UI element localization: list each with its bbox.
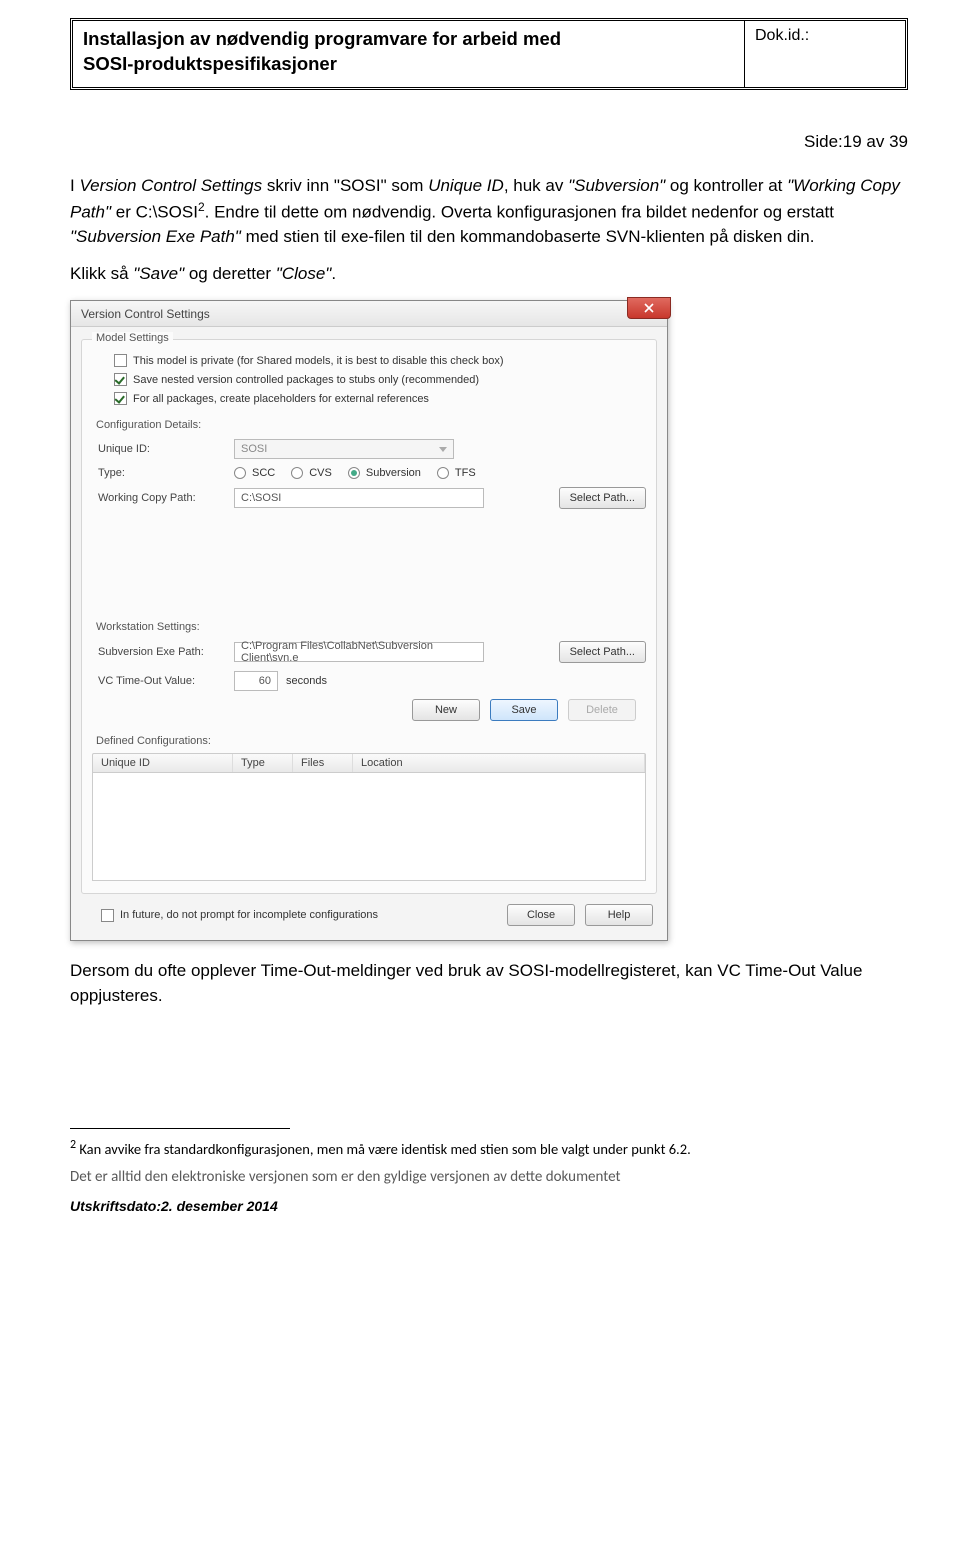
paragraph-1: I Version Control Settings skriv inn "SO… [70,174,908,250]
type-label: Type: [98,467,226,479]
chk-nested-label: Save nested version controlled packages … [133,374,479,386]
delete-button[interactable]: Delete [568,699,636,721]
dokid-label: Dok.id.: [755,27,809,44]
dialog-titlebar: Version Control Settings [71,301,667,327]
radio-scc[interactable]: SCC [234,467,275,479]
save-button[interactable]: Save [490,699,558,721]
radio-subversion[interactable]: Subversion [348,467,421,479]
timeout-unit: seconds [286,675,327,687]
chk-nested-row[interactable]: Save nested version controlled packages … [114,373,646,386]
sep-input[interactable]: C:\Program Files\CollabNet\Subversion Cl… [234,642,484,662]
type-radios: SCC CVS Subversion TFS [234,467,476,479]
print-date: Utskriftsdato:2. desember 2014 [70,1198,908,1214]
select-path-button-1[interactable]: Select Path... [559,487,646,509]
wcp-label: Working Copy Path: [98,492,226,504]
dokid-cell: Dok.id.: [745,21,905,87]
timeout-value: 60 [259,675,271,687]
checkbox-icon [114,354,127,367]
radio-icon [291,467,303,479]
uid-label: Unique ID: [98,443,226,455]
col-type[interactable]: Type [233,754,293,772]
timeout-label: VC Time-Out Value: [98,675,226,687]
chk-private-label: This model is private (for Shared models… [133,355,504,367]
config-list-header: Unique ID Type Files Location [92,753,646,773]
radio-icon [437,467,449,479]
model-settings-group: Model Settings This model is private (fo… [81,339,657,894]
checkbox-icon [101,909,114,922]
col-location[interactable]: Location [353,754,645,772]
wcp-value: C:\SOSI [241,492,281,504]
col-files[interactable]: Files [293,754,353,772]
radio-tfs[interactable]: TFS [437,467,476,479]
uid-dropdown[interactable]: SOSI [234,439,454,459]
col-uid[interactable]: Unique ID [93,754,233,772]
checkbox-icon [114,392,127,405]
dialog-title: Version Control Settings [81,307,210,321]
chk-private-row[interactable]: This model is private (for Shared models… [114,354,646,367]
radio-icon [234,467,246,479]
checkbox-icon [114,373,127,386]
wcp-input[interactable]: C:\SOSI [234,488,484,508]
chk-placeholders-row[interactable]: For all packages, create placeholders fo… [114,392,646,405]
help-button[interactable]: Help [585,904,653,926]
validity-note: Det er alltid den elektroniske versjonen… [70,1168,908,1186]
chk-future-row[interactable]: In future, do not prompt for incomplete … [101,909,378,922]
ws-settings-label: Workstation Settings: [96,621,646,633]
radio-icon [348,467,360,479]
footnote-rule [70,1128,290,1129]
chk-future-label: In future, do not prompt for incomplete … [120,909,378,921]
new-button[interactable]: New [412,699,480,721]
page-indicator: Side:19 av 39 [70,132,908,152]
close-button[interactable] [627,297,671,319]
title-line-1: Installasjon av nødvendig programvare fo… [83,28,561,49]
config-list[interactable] [92,773,646,881]
close-dialog-button[interactable]: Close [507,904,575,926]
sep-value: C:\Program Files\CollabNet\Subversion Cl… [241,640,477,664]
title-line-2: SOSI-produktspesifikasjoner [83,53,337,74]
paragraph-2: Klikk så "Save" og deretter "Close". [70,262,908,287]
doc-title: Installasjon av nødvendig programvare fo… [73,21,745,87]
uid-value: SOSI [241,443,267,455]
doc-header: Installasjon av nødvendig programvare fo… [70,18,908,90]
chk-placeholders-label: For all packages, create placeholders fo… [133,393,429,405]
defined-config-label: Defined Configurations: [96,735,646,747]
footnote-2: 2 Kan avvike fra standardkonfigurasjonen… [70,1137,908,1159]
close-icon [644,303,654,313]
radio-cvs[interactable]: CVS [291,467,332,479]
vcs-dialog: Version Control Settings Model Settings … [70,300,668,941]
model-settings-label: Model Settings [92,332,173,344]
config-details-label: Configuration Details: [96,419,646,431]
select-path-button-2[interactable]: Select Path... [559,641,646,663]
chevron-down-icon [439,447,447,452]
sep-label: Subversion Exe Path: [98,646,226,658]
paragraph-3: Dersom du ofte opplever Time-Out-melding… [70,959,908,1008]
timeout-input[interactable]: 60 [234,671,278,691]
